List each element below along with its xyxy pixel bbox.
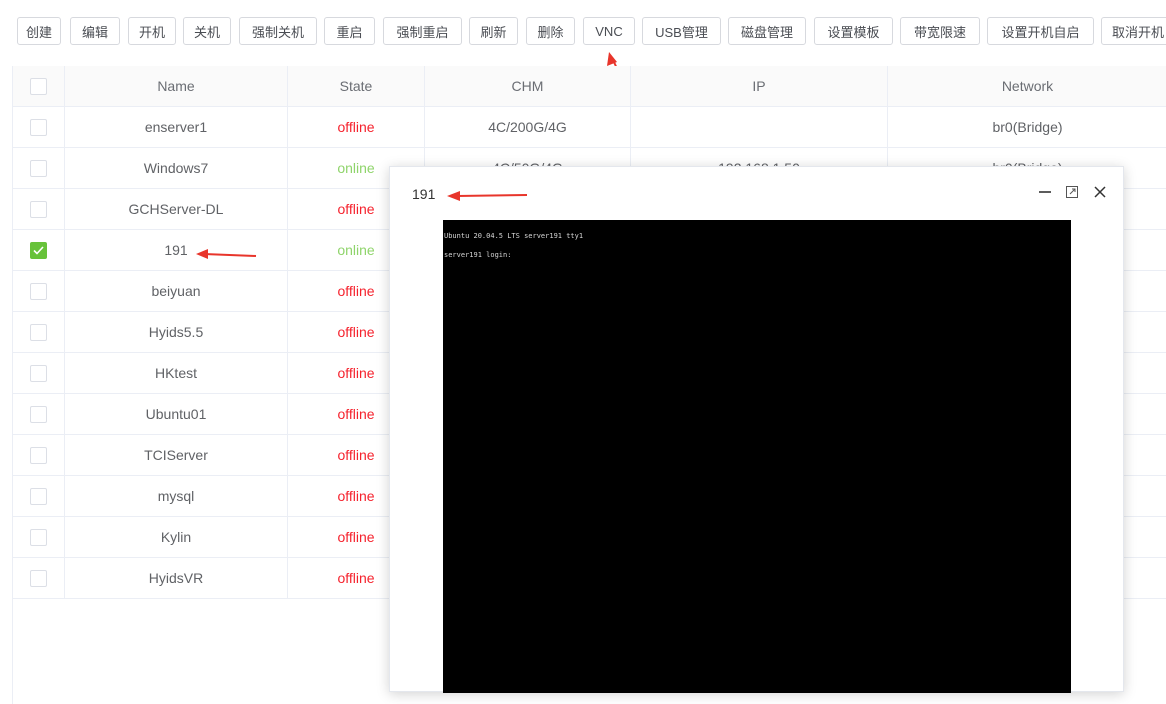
annotation-arrow-row: [196, 249, 257, 259]
row-select-cell: [13, 476, 65, 516]
row-select-cell: [13, 107, 65, 147]
select-all-checkbox[interactable]: [30, 77, 47, 95]
table-header: Name State CHM IP Network: [13, 66, 1166, 107]
console-line: server191 login:: [444, 251, 512, 259]
cell-name: Ubuntu01: [65, 394, 288, 434]
check-icon: [33, 245, 44, 255]
dialog-title: 191: [412, 186, 436, 202]
refresh-button[interactable]: 刷新: [469, 17, 518, 45]
usb-manage-button[interactable]: USB管理: [642, 17, 721, 45]
maximize-icon: [1066, 186, 1078, 198]
row-checkbox[interactable]: [30, 446, 47, 464]
row-select-cell: [13, 517, 65, 557]
cell-state: offline: [288, 107, 425, 147]
row-select-cell: [13, 435, 65, 475]
cell-name: Kylin: [65, 517, 288, 557]
column-header-name[interactable]: Name: [65, 66, 288, 106]
set-template-button[interactable]: 设置模板: [814, 17, 893, 45]
cell-name: TCIServer: [65, 435, 288, 475]
row-checkbox[interactable]: [30, 323, 47, 341]
cell-name: HyidsVR: [65, 558, 288, 598]
row-select-cell: [13, 394, 65, 434]
vnc-console-dialog: 191 Ubuntu 20.04.5 LTS server191 tty1 se…: [389, 166, 1124, 693]
row-select-cell: [13, 312, 65, 352]
row-select-cell: [13, 148, 65, 188]
row-checkbox[interactable]: [30, 159, 47, 177]
restart-button[interactable]: 重启: [324, 17, 375, 45]
cell-name: beiyuan: [65, 271, 288, 311]
column-header-network[interactable]: Network: [888, 66, 1166, 106]
header-select-cell: [13, 66, 65, 106]
table-row[interactable]: enserver1 offline 4C/200G/4G br0(Bridge): [13, 107, 1166, 148]
annotation-arrow-title: [447, 191, 528, 201]
row-select-cell: [13, 353, 65, 393]
row-select-cell: [13, 189, 65, 229]
console-line: Ubuntu 20.04.5 LTS server191 tty1: [444, 232, 584, 240]
power-on-button[interactable]: 开机: [128, 17, 176, 45]
column-header-state[interactable]: State: [288, 66, 425, 106]
row-select-cell: [13, 230, 65, 270]
row-checkbox[interactable]: [30, 487, 47, 505]
power-off-button[interactable]: 关机: [183, 17, 231, 45]
cell-name: Windows7: [65, 148, 288, 188]
row-checkbox[interactable]: [30, 241, 47, 259]
row-checkbox[interactable]: [30, 118, 47, 136]
maximize-button[interactable]: [1061, 181, 1083, 203]
vnc-screen[interactable]: Ubuntu 20.04.5 LTS server191 tty1 server…: [443, 220, 1071, 693]
row-checkbox[interactable]: [30, 282, 47, 300]
force-restart-button[interactable]: 强制重启: [383, 17, 462, 45]
vnc-button[interactable]: VNC: [583, 17, 635, 45]
row-checkbox[interactable]: [30, 405, 47, 423]
row-checkbox[interactable]: [30, 364, 47, 382]
disk-manage-button[interactable]: 磁盘管理: [728, 17, 806, 45]
cell-name: HKtest: [65, 353, 288, 393]
cell-name: Hyids5.5: [65, 312, 288, 352]
cell-chm: 4C/200G/4G: [425, 107, 631, 147]
minimize-button[interactable]: [1034, 181, 1056, 203]
row-checkbox[interactable]: [30, 200, 47, 218]
toolbar: 创建 编辑 开机 关机 强制关机 重启 强制重启 刷新 删除 VNC USB管理…: [0, 0, 1166, 64]
row-select-cell: [13, 271, 65, 311]
edit-button[interactable]: 编辑: [70, 17, 120, 45]
bandwidth-limit-button[interactable]: 带宽限速: [900, 17, 980, 45]
cell-ip: [631, 107, 888, 147]
close-icon: [1094, 186, 1106, 198]
cell-name: mysql: [65, 476, 288, 516]
close-button[interactable]: [1089, 181, 1111, 203]
cancel-autostart-button[interactable]: 取消开机: [1101, 17, 1166, 45]
cell-name: enserver1: [65, 107, 288, 147]
cell-network: br0(Bridge): [992, 119, 1063, 135]
minimize-icon: [1039, 191, 1051, 193]
cell-name: GCHServer-DL: [65, 189, 288, 229]
column-header-ip[interactable]: IP: [631, 66, 888, 106]
force-power-off-button[interactable]: 强制关机: [239, 17, 317, 45]
column-header-chm[interactable]: CHM: [425, 66, 631, 106]
row-select-cell: [13, 558, 65, 598]
row-checkbox[interactable]: [30, 528, 47, 546]
set-autostart-button[interactable]: 设置开机自启: [987, 17, 1094, 45]
row-checkbox[interactable]: [30, 569, 47, 587]
delete-button[interactable]: 删除: [526, 17, 575, 45]
create-button[interactable]: 创建: [17, 17, 61, 45]
